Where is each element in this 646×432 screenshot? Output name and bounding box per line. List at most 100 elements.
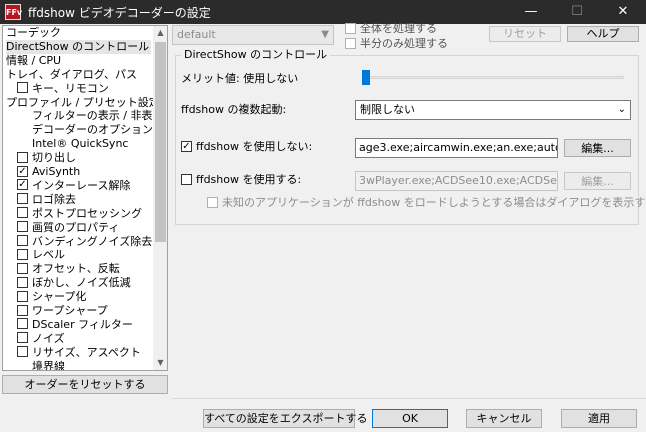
tree-item[interactable]: シャープ化 bbox=[17, 290, 151, 304]
multi-instance-label: ffdshow の複数起動: bbox=[181, 103, 287, 116]
tree-item-checkbox[interactable] bbox=[17, 276, 28, 288]
minimize-button[interactable]: — bbox=[508, 0, 554, 24]
unknown-app-checkbox[interactable] bbox=[207, 196, 218, 208]
process-half-checkbox[interactable] bbox=[345, 37, 356, 49]
tree-item-checkbox[interactable]: ✓ bbox=[17, 179, 28, 191]
tree-item-checkbox[interactable] bbox=[17, 346, 28, 358]
help-button[interactable]: ヘルプ bbox=[567, 26, 639, 42]
directshow-group-title: DirectShow のコントロール bbox=[181, 49, 331, 61]
tree-item[interactable]: トレイ、ダイアログ、パス bbox=[6, 68, 151, 82]
tree-item[interactable]: 切り出し bbox=[17, 151, 151, 165]
tree-item-checkbox[interactable] bbox=[17, 248, 28, 260]
merit-slider-track[interactable] bbox=[362, 76, 624, 79]
preset-select[interactable]: default ▼ bbox=[172, 25, 334, 45]
tree-item-checkbox[interactable] bbox=[17, 262, 28, 274]
settings-tree[interactable]: コーデック DirectShow のコントロール 情報 / CPU トレイ、ダイアログ… bbox=[2, 25, 168, 371]
multi-instance-select[interactable]: 制限しない ⌄ bbox=[355, 100, 631, 120]
tree-item-checkbox[interactable] bbox=[17, 318, 28, 330]
tree-item[interactable]: ロゴ除去 bbox=[17, 193, 151, 207]
tree-item-label: 画質のプロパティ bbox=[32, 220, 120, 234]
tree-item[interactable]: ✓ インターレース解除 bbox=[17, 179, 151, 193]
multi-instance-value: 制限しない bbox=[360, 103, 415, 116]
tree-item-checkbox[interactable] bbox=[17, 235, 28, 246]
tree-item[interactable]: 画質のプロパティ bbox=[17, 221, 151, 235]
merit-label: メリット値: 使用しない bbox=[181, 72, 299, 85]
process-all-checkbox[interactable] bbox=[345, 22, 356, 34]
tree-item-checkbox[interactable] bbox=[17, 304, 28, 316]
tree-item[interactable]: ✓ AviSynth bbox=[17, 165, 151, 179]
close-button[interactable]: ✕ bbox=[600, 0, 646, 24]
tree-item[interactable]: 情報 / CPU bbox=[6, 54, 151, 68]
dont-use-option[interactable]: ✓ ffdshow を使用しない: bbox=[181, 140, 312, 154]
tree-item-checkbox[interactable] bbox=[17, 221, 28, 233]
tree-item-label: ワープシャープ bbox=[32, 304, 108, 317]
tree-item[interactable]: DirectShow のコントロール bbox=[6, 39, 151, 54]
tree-item-checkbox[interactable] bbox=[17, 332, 28, 344]
tree-item-label: AviSynth bbox=[32, 165, 81, 178]
tree-item-checkbox[interactable] bbox=[17, 151, 28, 163]
dont-use-edit-button[interactable]: 編集... bbox=[564, 139, 631, 157]
dont-use-checkbox[interactable]: ✓ bbox=[181, 140, 192, 152]
use-input[interactable]: 3wPlayer.exe;ACDSee10.exe;ACDSee1 bbox=[355, 171, 558, 191]
dont-use-label: ffdshow を使用しない: bbox=[196, 140, 313, 153]
tree-item[interactable]: ワープシャープ bbox=[17, 304, 151, 318]
tree-item[interactable]: リサイズ、アスペクト bbox=[17, 346, 151, 360]
tree-item-label: レベル bbox=[32, 248, 65, 262]
chevron-down-icon: ▼ bbox=[321, 29, 329, 40]
merit-slider-thumb[interactable] bbox=[362, 70, 370, 85]
tree-item[interactable]: ノイズ bbox=[17, 332, 151, 346]
tree-item[interactable]: オフセット、反転 bbox=[17, 262, 151, 276]
tree-item[interactable]: フィルターの表示 / 非表示 bbox=[32, 109, 163, 123]
maximize-button[interactable]: ☐ bbox=[554, 0, 600, 24]
cancel-button[interactable]: キャンセル bbox=[466, 409, 542, 428]
use-edit-button[interactable]: 編集... bbox=[564, 172, 631, 190]
tree-item-checkbox[interactable] bbox=[17, 82, 28, 94]
tree-item-label: ポストプロセッシング bbox=[32, 206, 142, 220]
unknown-app-option[interactable]: 未知のアプリケーションが ffdshow をロードしようとする場合はダイアログを… bbox=[207, 196, 646, 210]
use-label: ffdshow を使用する: bbox=[196, 173, 302, 186]
process-all-option[interactable]: 全体を処理する bbox=[345, 22, 437, 36]
tree-item-label: DirectShow のコントロール bbox=[6, 39, 150, 53]
process-half-label: 半分のみ処理する bbox=[360, 37, 448, 50]
tree-item-checkbox[interactable] bbox=[17, 193, 28, 205]
tree-item[interactable]: レベル bbox=[17, 248, 151, 262]
tree-item-label: コーデック bbox=[6, 26, 61, 39]
tree-item[interactable]: ポストプロセッシング bbox=[17, 207, 151, 221]
tree-item-label: バンディングノイズ除去 bbox=[32, 234, 153, 248]
tree-item-label: プロファイル / プリセット設定 bbox=[6, 95, 160, 109]
tree-item-label: トレイ、ダイアログ、パス bbox=[6, 67, 138, 81]
ok-button[interactable]: OK bbox=[372, 409, 448, 428]
tree-item-label: ノイズ bbox=[32, 331, 65, 345]
tree-item[interactable]: DScaler フィルター bbox=[17, 318, 151, 332]
use-option[interactable]: ffdshow を使用する: bbox=[181, 173, 301, 187]
tree-item-label: オフセット、反転 bbox=[32, 262, 120, 276]
tree-item[interactable]: 境界線 bbox=[32, 360, 151, 370]
tree-scrollbar[interactable]: ▲ ▼ bbox=[153, 26, 167, 370]
chevron-down-icon: ⌄ bbox=[617, 104, 626, 115]
tree-item[interactable]: デコーダーのオプション bbox=[32, 123, 153, 137]
tree-item[interactable]: バンディングノイズ除去 bbox=[17, 234, 153, 249]
tree-item[interactable]: コーデック bbox=[6, 26, 151, 40]
reset-button[interactable]: リセット bbox=[489, 26, 561, 42]
process-half-option[interactable]: 半分のみ処理する bbox=[345, 37, 448, 51]
tree-item[interactable]: プロファイル / プリセット設定 bbox=[6, 96, 160, 110]
export-settings-button[interactable]: すべての設定をエクスポートする bbox=[203, 409, 367, 428]
tree-item[interactable]: ぼかし、ノイズ低減 bbox=[17, 276, 151, 290]
tree-item-checkbox[interactable] bbox=[17, 207, 28, 219]
tree-item-label: デコーダーのオプション bbox=[32, 123, 153, 137]
unknown-app-label: 未知のアプリケーションが ffdshow をロードしようとする場合はダイアログを… bbox=[222, 196, 646, 209]
preset-value: default bbox=[177, 28, 216, 41]
use-checkbox[interactable] bbox=[181, 173, 192, 185]
dont-use-input[interactable]: age3.exe;aircamwin.exe;an.exe;autopico bbox=[355, 138, 558, 158]
scroll-down-icon[interactable]: ▼ bbox=[153, 356, 167, 370]
scrollbar-thumb[interactable] bbox=[155, 42, 166, 242]
reset-order-button[interactable]: オーダーをリセットする bbox=[2, 375, 168, 394]
tree-item-label: 切り出し bbox=[32, 151, 76, 165]
apply-button[interactable]: 適用 bbox=[561, 409, 637, 428]
tree-item-checkbox[interactable]: ✓ bbox=[17, 165, 28, 177]
tree-item-checkbox[interactable] bbox=[17, 290, 28, 302]
scroll-up-icon[interactable]: ▲ bbox=[153, 26, 167, 40]
tree-item-label: Intel® QuickSync bbox=[32, 137, 129, 151]
tree-item[interactable]: キー、リモコン bbox=[17, 82, 151, 96]
tree-item[interactable]: Intel® QuickSync bbox=[32, 137, 151, 151]
